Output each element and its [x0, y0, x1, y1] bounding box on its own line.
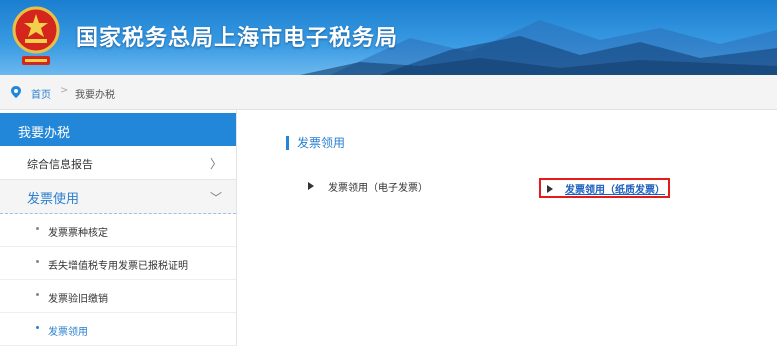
sidebar-item-label: 发票使用	[27, 192, 80, 207]
sidebar-subitem-lost-invoice-proof[interactable]: 丢失增值税专用发票已报税证明	[0, 247, 236, 280]
main-content: 发票领用 发票领用（电子发票） 发票领用（纸质发票）	[250, 110, 777, 346]
option-label: 发票领用（电子发票）	[328, 183, 428, 194]
sidebar-item-label: 综合信息报告	[27, 158, 93, 171]
sidebar-subitem-label: 发票验旧缴销	[48, 294, 108, 305]
bullet-icon	[36, 227, 39, 230]
sidebar-subitem-label: 丢失增值税专用发票已报税证明	[48, 261, 188, 272]
sidebar-item-invoice-use[interactable]: 发票使用 ﹀	[0, 180, 236, 214]
location-pin-icon	[11, 86, 21, 101]
breadcrumb-separator: >	[60, 85, 69, 96]
option-label-link[interactable]: 发票领用（纸质发票）	[565, 181, 665, 196]
bullet-icon	[36, 326, 39, 329]
sidebar-subitem-invoice-verify-cancel[interactable]: 发票验旧缴销	[0, 280, 236, 313]
national-emblem-icon	[10, 4, 62, 70]
chevron-right-icon: 〉	[209, 157, 222, 171]
header-banner: 国家税务总局上海市电子税务局	[0, 0, 777, 75]
option-paper-invoice[interactable]: 发票领用（纸质发票）	[539, 178, 670, 198]
sidebar-subitem-invoice-type[interactable]: 发票票种核定	[0, 214, 236, 247]
sidebar-header-label: 我要办税	[18, 126, 71, 141]
site-title: 国家税务总局上海市电子税务局	[76, 26, 399, 51]
sidebar-subitem-label: 发票票种核定	[48, 228, 108, 239]
sidebar-subitem-label: 发票领用	[48, 327, 88, 338]
breadcrumb: 首页 > 我要办税	[0, 75, 777, 110]
section-title: 发票领用	[286, 136, 345, 150]
chevron-down-icon: ﹀	[209, 191, 222, 205]
breadcrumb-current: 我要办税	[75, 90, 115, 101]
sidebar-subitem-invoice-receive[interactable]: 发票领用	[0, 313, 236, 346]
sidebar: 我要办税 综合信息报告 〉 发票使用 ﹀ 发票票种核定 丢失增值税专用发票已报税…	[0, 110, 237, 346]
triangle-right-icon	[547, 185, 553, 193]
bullet-icon	[36, 260, 39, 263]
breadcrumb-home-link[interactable]: 首页	[31, 86, 51, 101]
bullet-icon	[36, 293, 39, 296]
sidebar-header: 我要办税	[0, 113, 236, 146]
triangle-right-icon	[308, 182, 314, 190]
sidebar-item-info-report[interactable]: 综合信息报告 〉	[0, 146, 236, 180]
